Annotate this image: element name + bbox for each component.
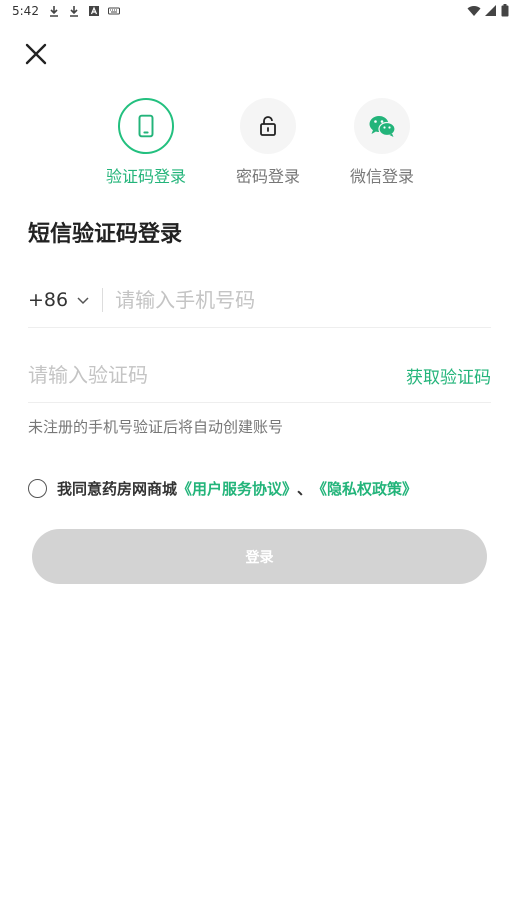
privacy-policy-link[interactable]: 《隐私权政策》 [312, 478, 417, 499]
code-field-row: 获取验证码 [28, 348, 491, 403]
download-icon [50, 6, 58, 17]
tab-wechat-label: 微信登录 [349, 167, 414, 186]
chevron-down-icon [77, 296, 89, 304]
battery-icon [501, 4, 509, 17]
phone-input[interactable] [115, 287, 491, 312]
tab-password-label: 密码登录 [235, 167, 300, 186]
agreement-row: 我同意药房网商城 《用户服务协议》 、 《隐私权政策》 [28, 478, 417, 499]
lock-icon [260, 116, 276, 136]
get-code-button[interactable]: 获取验证码 [406, 363, 491, 388]
login-method-tabs: 验证码登录 密码登录 微信登录 [0, 98, 519, 188]
phone-field-row: +86 [28, 272, 491, 328]
wechat-icon [369, 116, 396, 137]
phone-icon [138, 114, 154, 138]
tab-wechat-login[interactable]: 微信登录 [332, 98, 432, 187]
status-time: 5:42 [12, 4, 39, 18]
country-code-selector[interactable]: +86 [28, 289, 90, 311]
status-notifications [48, 5, 120, 17]
agreement-checkbox[interactable] [28, 479, 47, 498]
font-icon [89, 6, 99, 16]
auto-register-hint: 未注册的手机号验证后将自动创建账号 [28, 418, 284, 436]
close-icon [25, 43, 47, 65]
wifi-icon [467, 6, 481, 17]
tab-password-icon-circle [240, 98, 296, 154]
close-button[interactable] [22, 40, 50, 68]
status-system [467, 4, 509, 17]
tab-password-login[interactable]: 密码登录 [218, 98, 318, 187]
download-icon [70, 6, 78, 17]
tab-sms-login[interactable]: 验证码登录 [96, 98, 196, 187]
tab-sms-icon-circle [118, 98, 174, 154]
agreement-separator: 、 [297, 480, 313, 498]
signal-icon [485, 5, 496, 16]
agreement-prefix: 我同意药房网商城 [57, 480, 178, 498]
login-button[interactable]: 登录 [32, 529, 487, 584]
user-agreement-link[interactable]: 《用户服务协议》 [177, 478, 297, 499]
page-title: 短信验证码登录 [28, 222, 183, 247]
verification-code-input[interactable] [28, 363, 328, 387]
field-divider [102, 287, 104, 312]
keyboard-icon [108, 7, 120, 15]
status-bar: 5:42 [0, 0, 519, 24]
country-code-value: +86 [28, 288, 69, 311]
tab-wechat-icon-circle [354, 98, 410, 154]
tab-sms-label: 验证码登录 [105, 167, 186, 186]
